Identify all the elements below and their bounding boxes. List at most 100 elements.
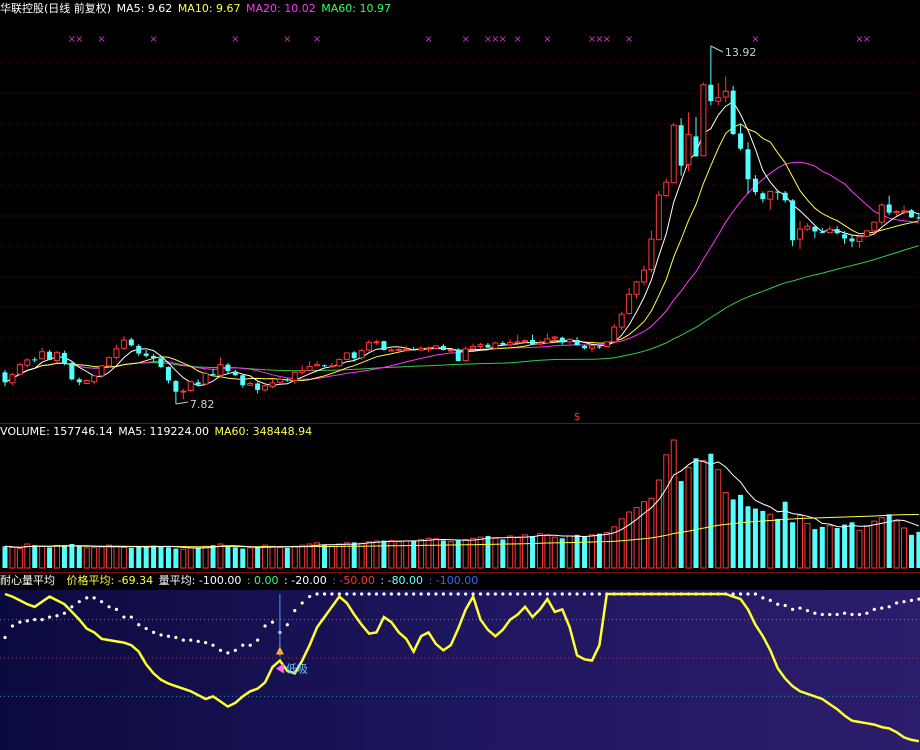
volume-average-dot [761,596,765,600]
candle-body [551,336,558,339]
volume-average-dot [478,592,483,596]
candle [425,346,432,353]
volume-average-dot [40,618,44,622]
candle [113,344,120,360]
volume-average-dot [590,592,594,596]
buy-signal-label: 低吸 [286,663,308,676]
candle-body [24,359,31,366]
volume-bar [113,545,120,569]
candle-body [485,344,491,348]
volume-bar [745,506,751,568]
ma20-label: MA20: 10.02 [246,2,316,15]
candle [269,379,276,389]
candle [715,82,722,106]
volume-bar [91,546,98,569]
candle-body [403,348,410,351]
candle-body [588,345,595,349]
volume-bar [336,543,343,569]
candle [225,362,231,374]
volume-average-dot [322,592,327,596]
candle-body [834,229,840,234]
volume-average-dot [218,648,223,652]
candle [775,189,781,200]
volume-bar [752,508,758,568]
candle-body [633,281,640,295]
candle [328,362,335,368]
volume-average-dot [174,635,178,640]
volume-bar [299,544,306,569]
candle-body [536,342,543,345]
volume-bar [255,547,261,568]
candle-body [366,341,373,351]
volume-bar [871,520,878,569]
ma5-line [4,101,920,387]
candle-body [863,230,870,237]
volume-bar [195,547,201,568]
volume-average-dot [404,592,408,596]
candle-body [522,340,529,343]
candle [232,369,238,376]
candle-body [9,374,16,384]
volume-bar [136,546,142,568]
volume-bar [210,545,216,568]
panel-divider-volume-indicator [0,572,920,573]
candle-body [143,353,149,356]
candle [514,334,521,344]
volume-average-dot [857,612,862,617]
volume-bar [269,545,276,569]
candle [678,118,684,176]
candle-body [83,380,90,384]
candle [745,142,751,194]
volume-bar [708,453,714,568]
volume-ma60-line [4,514,919,548]
volume-average-dot [464,592,468,596]
candle [455,348,461,362]
candle-body [648,238,655,271]
volume-bar [514,536,521,569]
volume-average-dot [85,596,89,600]
volume-bar [566,535,573,569]
ma5-label: MA5: 9.62 [116,2,173,15]
candle [306,361,313,372]
volume-bar [32,545,38,568]
volume-average-dot [575,592,579,596]
candle-body [603,341,610,347]
volume-average-dot [3,635,7,640]
candle-body [670,124,677,184]
volume-bar [76,546,82,568]
ma10-line [4,123,920,383]
candle [418,345,425,352]
volume-average-dot [426,592,431,596]
candle-body [477,344,484,347]
volume-average-dot [144,626,148,631]
volume-bar [551,536,558,569]
candle-body [574,340,580,346]
candle [120,335,127,351]
volume-bar [47,547,53,568]
chart-canvas: × × × × × × × × × × × × × × × × × × × × ×13.927.82$低吸 [0,34,920,750]
volume-bar [685,466,692,569]
volume-average-dot [33,618,37,622]
candle [633,280,640,299]
candle-body [61,352,67,363]
candle [708,46,714,106]
volume-bar [9,546,16,569]
candle-body [247,382,254,386]
candle [321,364,327,368]
candle-body [730,90,736,135]
candle-body [76,379,82,383]
candle-body [440,345,446,351]
volume-bar [328,545,335,569]
candle-body [685,134,692,166]
volume-bar [596,533,602,568]
volume-average-dot [270,620,275,624]
candle-body [180,390,187,393]
volume-average-dot [18,620,22,624]
volume-bar [180,548,187,569]
candle [863,229,870,237]
candle-body [225,364,231,372]
signal-cross-mark: × [461,34,469,45]
candle-body [782,192,788,201]
candle [760,191,766,203]
volume-average-dot [189,638,193,642]
